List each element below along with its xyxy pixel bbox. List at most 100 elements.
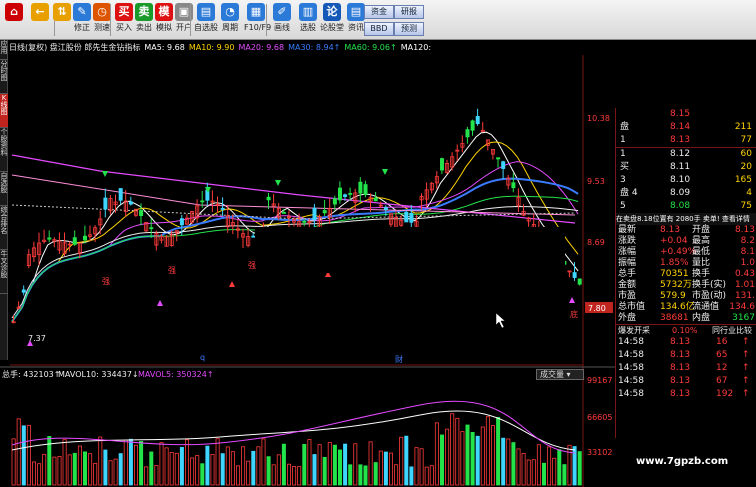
open-account-button[interactable]: ▣ 开户	[172, 2, 196, 38]
forecast-button[interactable]: 预测	[394, 22, 424, 36]
volume-bar	[368, 441, 373, 486]
volume-bar	[552, 457, 557, 486]
candle-body	[149, 227, 154, 230]
volume-bar	[327, 442, 332, 486]
volume-bar	[83, 451, 88, 486]
volume-bar	[542, 462, 547, 486]
mavol5: MAVOL5: 350324↑	[138, 370, 214, 379]
volume-bar	[434, 422, 439, 486]
strong-label-1: 强	[102, 277, 110, 286]
volume-bar	[256, 446, 261, 486]
volume-indicator-select[interactable]: 成交量 ▾	[536, 369, 584, 380]
vol-ma5-line	[11, 400, 576, 454]
candle-body	[72, 237, 77, 245]
indicator-line: 日线(复权) 盘江股份 郎先生金钻指标 MA5: 9.68 MA10: 9.90 MA…	[9, 41, 432, 54]
buy-row[interactable]: 5 8.08 75	[616, 200, 756, 213]
volume-bar	[139, 440, 144, 486]
volume-bar	[577, 451, 582, 486]
cycle-button[interactable]: ◔ 周期	[218, 2, 242, 38]
candle-body	[337, 187, 342, 201]
volume-bar	[424, 466, 429, 486]
volume-bar	[526, 459, 531, 486]
forum-button[interactable]: 论论股堂	[320, 2, 344, 38]
volume-bar	[62, 439, 67, 486]
volume-bar	[184, 439, 189, 486]
volume-bar	[567, 444, 572, 486]
stat-row: 涨跌 +0.04 最高 8.2	[618, 236, 755, 246]
down-arrow-icon	[275, 180, 281, 186]
volume-bar	[409, 466, 414, 486]
buy-row[interactable]: 买 8.11 20	[616, 161, 756, 174]
volume-bar	[470, 432, 475, 486]
candle-body	[281, 212, 286, 214]
candle-body	[128, 201, 133, 205]
stat-row: 总手 70351 换手 0.43	[618, 269, 755, 279]
kline-chart[interactable]: 7.37 强 强 强 底 q 财 10.38 9.53 8.69 7.80 99…	[0, 55, 615, 487]
volume-bar	[302, 444, 307, 486]
candle-body	[363, 184, 368, 195]
stat-row: 总市值 134.6亿 流通值 134.6	[618, 302, 755, 312]
ma-line-5	[11, 131, 579, 322]
volume-bar	[37, 463, 42, 486]
volume-bar	[205, 445, 210, 486]
candle-body	[179, 218, 184, 226]
volume-bar	[93, 462, 98, 486]
q-label: q	[200, 353, 205, 362]
stat-row: 市盈 579.9 市盈(动) 131.	[618, 291, 755, 301]
large-order-alert[interactable]: 在卖盘8.18位置有 2080手 卖单! 查看详情	[616, 213, 756, 225]
pick-stock-button[interactable]: ▥ 选股	[296, 2, 320, 38]
watchlist-button[interactable]: ▤ 自选股	[194, 2, 218, 38]
sell-row[interactable]: 盘 8.14 211	[616, 121, 756, 134]
volume-bar	[154, 465, 159, 486]
volume-bar	[531, 459, 536, 486]
volume-bar	[358, 464, 363, 486]
bbd-button[interactable]: BBD	[364, 22, 394, 36]
volume-bar	[52, 456, 57, 486]
f10-button[interactable]: ▦ F10/F9	[244, 2, 271, 38]
volume-bar	[460, 431, 465, 486]
funds-button[interactable]: 资金	[364, 5, 394, 19]
buy-row[interactable]: 1 8.12 60	[616, 148, 756, 161]
volume-bar	[439, 434, 444, 486]
stat-row: 外盘 38681 内盘 3167	[618, 313, 755, 323]
candle-body	[409, 212, 414, 223]
candle-body	[312, 207, 317, 221]
volume-bar	[292, 466, 297, 486]
volume-bar	[11, 438, 16, 486]
watermark: www.7gpzb.com	[636, 456, 729, 467]
candle-body	[439, 158, 444, 171]
stats-table: 最新 8.13 开盘 8.13 涨跌 +0.04 最高 8.2 涨幅 +0.49% 最低 8.1 振幅 1…	[616, 225, 756, 324]
volume-bar	[276, 454, 281, 486]
buy-row[interactable]: 盘 4 8.09 4	[616, 187, 756, 200]
back-icon[interactable]: ←	[28, 2, 52, 38]
volume-bar	[419, 448, 424, 486]
volume-bar	[149, 451, 154, 486]
price-axis-2: 9.53	[587, 177, 605, 186]
tick-row: 14:58 8.13 192 ↑	[618, 389, 750, 399]
sell-row[interactable]: 8.15	[616, 108, 756, 121]
mavol10: MAVOL10: 334437↓	[58, 370, 139, 379]
volume-bar	[118, 453, 123, 486]
strong-label-3: 强	[168, 266, 176, 275]
volume-bar	[317, 444, 322, 486]
volume-bar	[332, 444, 337, 486]
vol-ma10-line	[11, 410, 576, 451]
draw-line-button[interactable]: ✐ 画线	[270, 2, 294, 38]
up-arrow-icon	[569, 297, 575, 303]
volume-bar	[77, 445, 82, 486]
candle-body	[332, 198, 337, 205]
buy-row[interactable]: 3 8.10 165	[616, 174, 756, 187]
home-icon[interactable]: ⌂	[2, 2, 26, 38]
indicator-prefix: 日线(复权) 盘江股份 郎先生金钻指标	[9, 43, 141, 52]
candle-body	[348, 193, 353, 195]
volume-bar	[169, 452, 174, 486]
volume-total: 总手: 432103↑	[2, 370, 61, 379]
volume-bar	[286, 463, 291, 486]
research-button[interactable]: 研报	[394, 5, 424, 19]
sell-row[interactable]: 1 8.13 77	[616, 134, 756, 147]
volume-bar	[337, 449, 342, 486]
volume-bar	[190, 457, 195, 486]
volume-bar	[113, 458, 118, 486]
volume-bar	[123, 439, 128, 486]
volume-bar	[179, 446, 184, 486]
